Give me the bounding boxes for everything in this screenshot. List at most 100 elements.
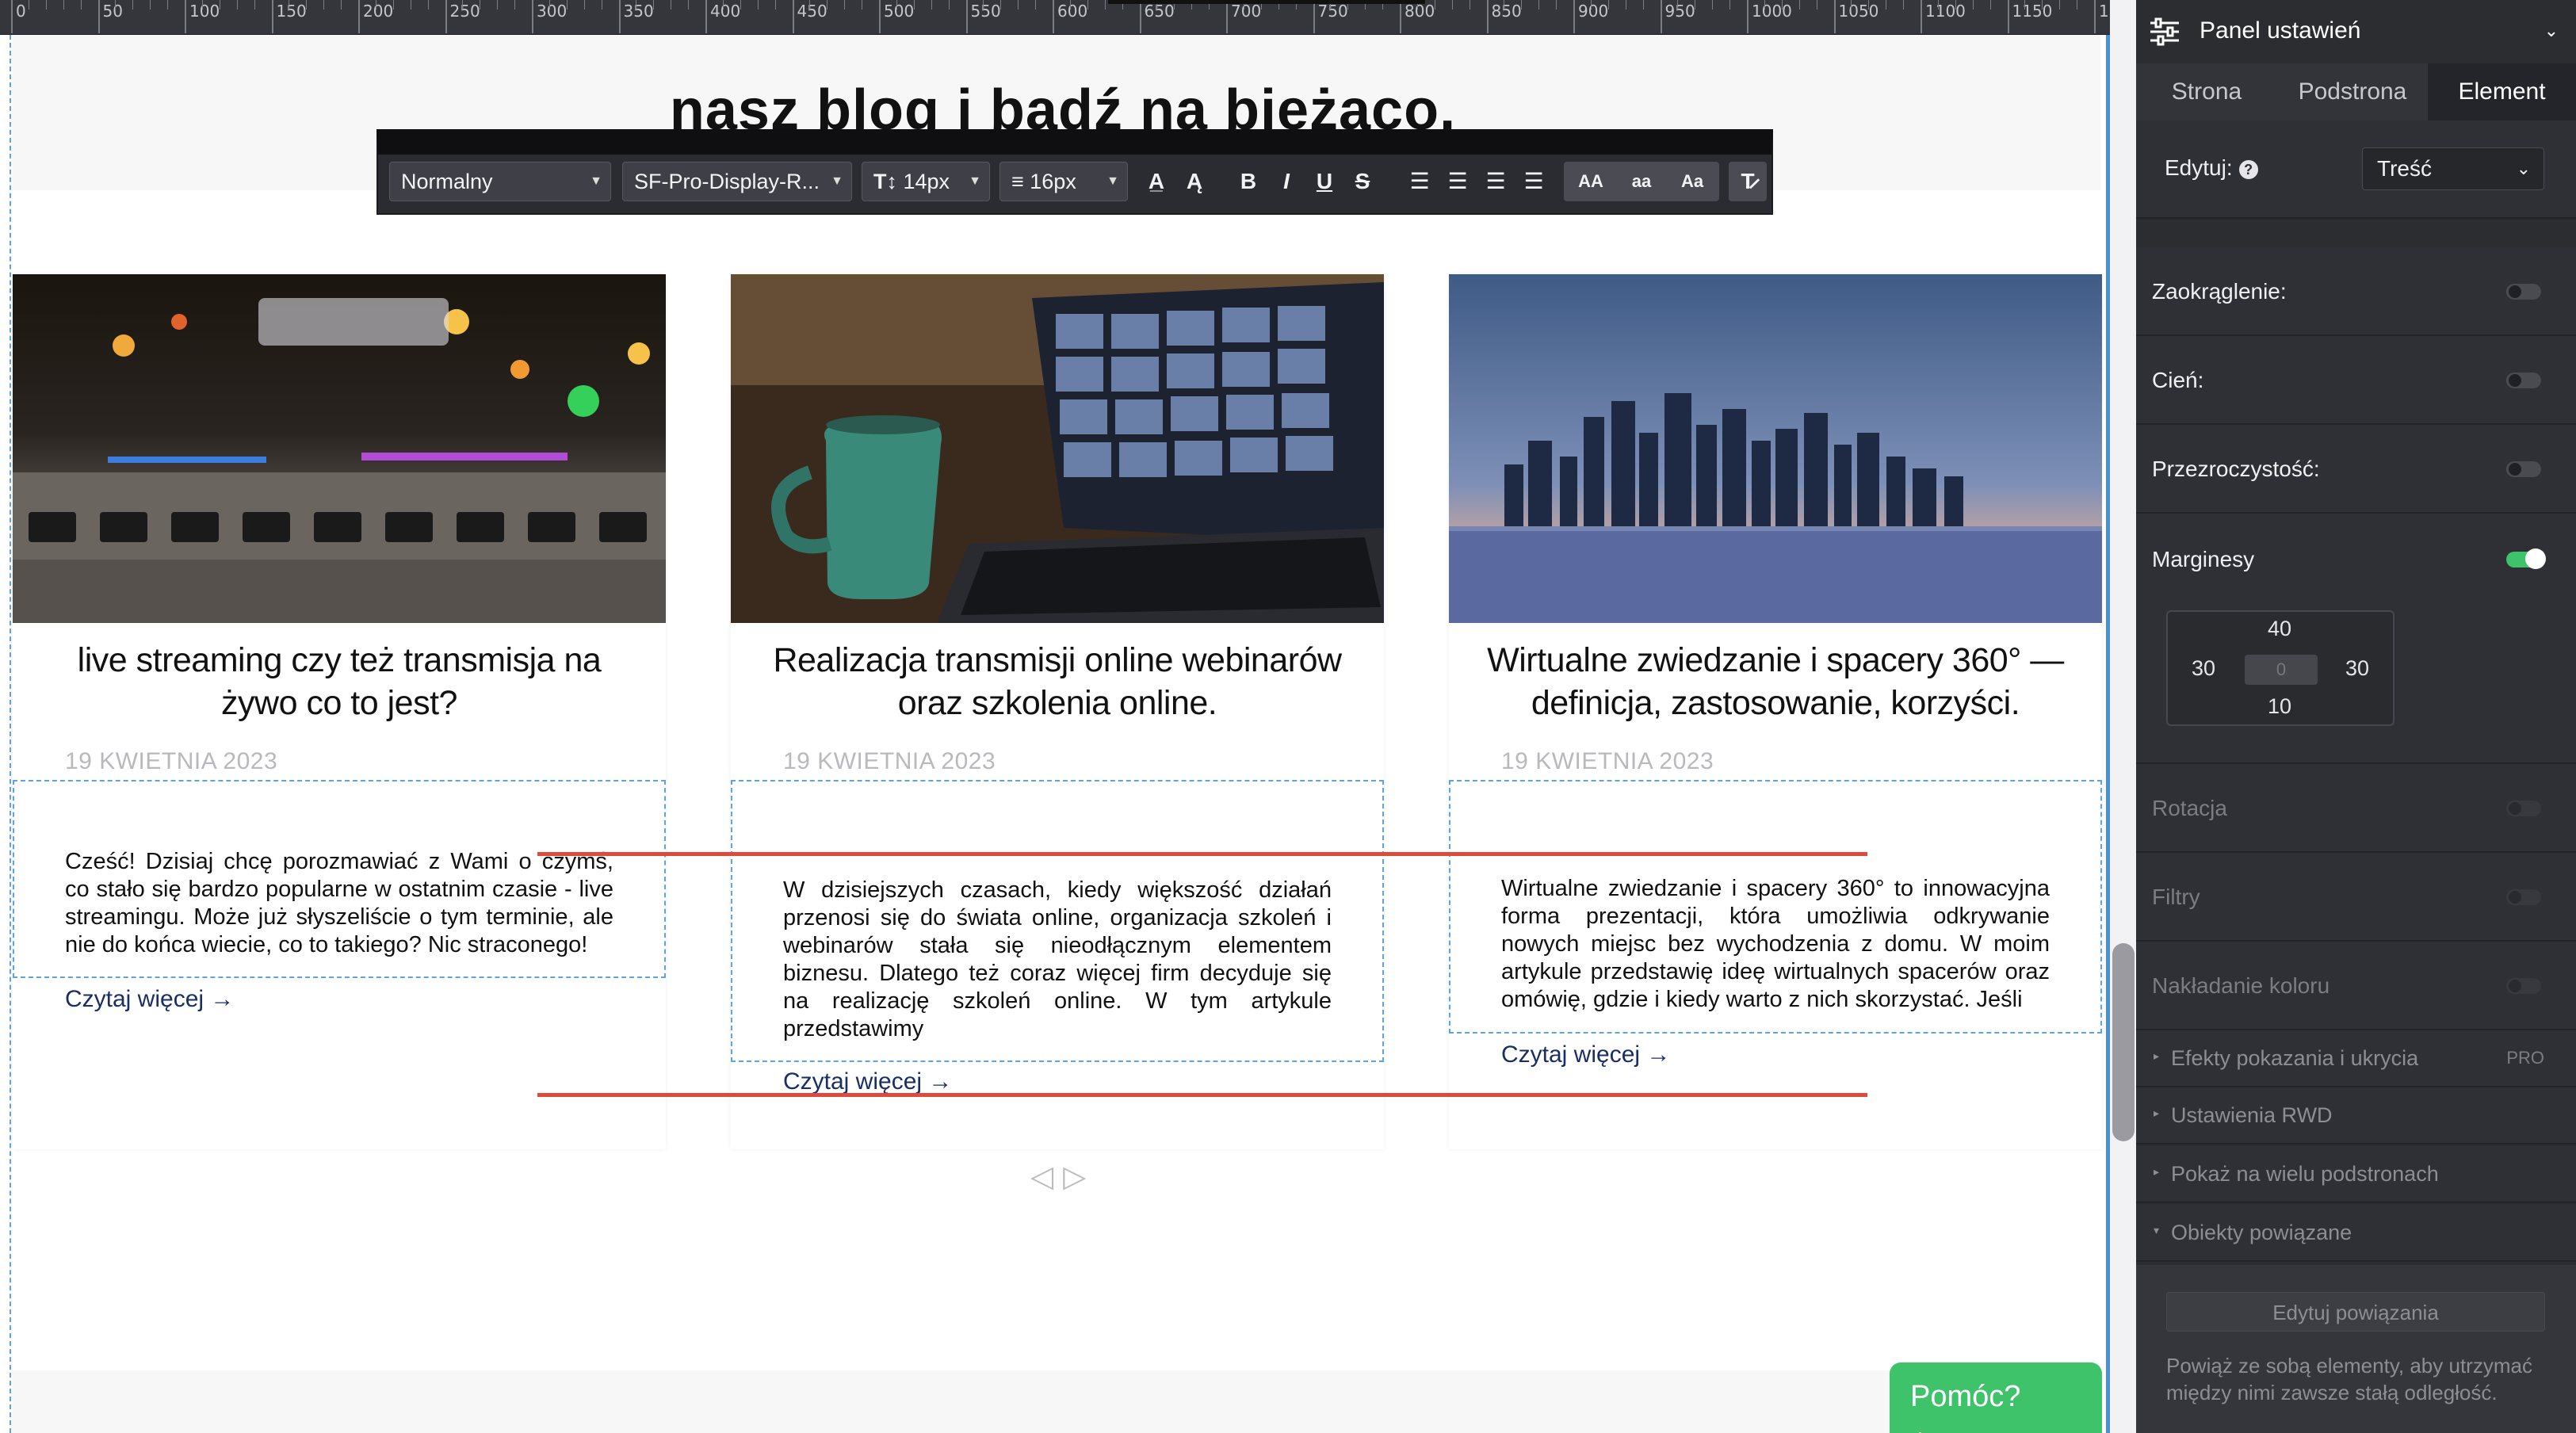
section-show-hide-effects[interactable]: ▸ Efekty pokazania i ukrycia PRO	[2136, 1030, 2576, 1087]
tab-strona[interactable]: Strona	[2136, 63, 2277, 120]
ruler-tick	[1313, 0, 1315, 33]
help-widget[interactable]: Pomóc? ⌃	[1890, 1362, 2102, 1433]
ruler-minor-tick	[1521, 0, 1523, 10]
blog-card[interactable]: live streaming czy też transmisja na żyw…	[13, 274, 666, 1149]
align-right-icon[interactable]: ☰	[1478, 162, 1513, 201]
shadow-toggle[interactable]	[2506, 373, 2541, 388]
setting-row-filters[interactable]: Filtry	[2136, 853, 2576, 942]
setting-row-opacity[interactable]: Przezroczystość:	[2136, 425, 2576, 514]
card-excerpt[interactable]: Cześć! Dzisiaj chcę porozmawiać z Wami o…	[65, 848, 613, 959]
ruler-minor-tick	[1607, 0, 1609, 10]
ruler-tick	[2007, 0, 2009, 33]
ruler-tick	[11, 0, 13, 33]
ruler-label: 150	[276, 2, 307, 21]
italic-icon[interactable]: I	[1269, 162, 1304, 201]
ruler-minor-tick	[1069, 0, 1071, 10]
card-title[interactable]: Realizacja transmisji online webinarów o…	[762, 639, 1352, 724]
ruler-minor-tick	[2042, 0, 2043, 10]
horizontal-ruler: 0 50 100 150 200 250 300 350 400 450 500 550 600 650 7…	[0, 0, 2110, 35]
text-color-icon[interactable]: A̲	[1139, 162, 1174, 201]
section-rwd-settings[interactable]: ▸ Ustawienia RWD	[2136, 1087, 2576, 1144]
read-more-link[interactable]: Czytaj więcej →	[1501, 1041, 1670, 1068]
line-height-icon: ≡	[1011, 170, 1030, 193]
margin-top-input[interactable]: 40	[2268, 617, 2291, 641]
read-more-link[interactable]: Czytaj więcej →	[65, 986, 234, 1013]
setting-row-shadow[interactable]: Cień:	[2136, 336, 2576, 425]
editor-canvas[interactable]: nasz blog i bądź na bieżąco. live stream…	[0, 35, 2110, 1433]
tab-podstrona[interactable]: Podstrona	[2277, 63, 2428, 120]
card-excerpt[interactable]: W dzisiejszych czasach, kiedy większość …	[783, 877, 1332, 1043]
card-excerpt[interactable]: Wirtualne zwiedzanie i spacery 360° to i…	[1501, 875, 2050, 1014]
section-linked-objects[interactable]: ▾ Obiekty powiązane	[2136, 1205, 2576, 1262]
paragraph-style-select[interactable]: Normalny ▼	[389, 162, 611, 201]
ruler-minor-tick	[1729, 0, 1731, 10]
card-image-laptop-webinar[interactable]	[731, 274, 1384, 623]
carousel-nav[interactable]: ◁▷	[1030, 1159, 1095, 1194]
read-more-link[interactable]: Czytaj więcej →	[783, 1068, 952, 1095]
ruler-label: 1000	[1752, 2, 1792, 21]
margins-toggle[interactable]	[2506, 548, 2546, 569]
caret-right-icon: ▸	[2154, 1106, 2160, 1119]
canvas-left-guide	[10, 35, 11, 1433]
setting-row-rotation[interactable]: Rotacja	[2136, 764, 2576, 853]
ruler-label: 50	[102, 2, 123, 21]
ruler-minor-tick	[1712, 0, 1714, 10]
rounding-toggle[interactable]	[2506, 284, 2541, 300]
font-size-select[interactable]: T↕ 14px ▼	[862, 162, 990, 201]
setting-row-margins[interactable]: Marginesy 40 30 30 10 0	[2136, 514, 2576, 764]
card-title[interactable]: live streaming czy też transmisja na żyw…	[44, 639, 634, 724]
setting-row-color-overlay[interactable]: Nakładanie koloru	[2136, 942, 2576, 1030]
blog-card[interactable]: Realizacja transmisji online webinarów o…	[731, 274, 1384, 1149]
scroll-gutter	[2110, 0, 2136, 1433]
blog-card[interactable]: Wirtualne zwiedzanie i spacery 360° — de…	[1449, 274, 2102, 1149]
bold-icon[interactable]: B	[1231, 162, 1266, 201]
carousel-prev-icon[interactable]: ◁	[1030, 1160, 1063, 1194]
margin-right-input[interactable]: 30	[2345, 656, 2369, 681]
tab-element[interactable]: Element	[2428, 63, 2576, 120]
underline-icon[interactable]: U	[1307, 162, 1342, 201]
ruler-minor-tick	[254, 0, 255, 10]
help-icon[interactable]: ?	[2238, 159, 2258, 179]
card-title[interactable]: Wirtualne zwiedzanie i spacery 360° — de…	[1481, 639, 2070, 724]
uppercase-button[interactable]: AA	[1567, 162, 1615, 201]
ruler-minor-tick	[1642, 0, 1644, 10]
lowercase-button[interactable]: aa	[1618, 162, 1665, 201]
filters-toggle[interactable]	[2506, 889, 2541, 905]
line-height-select[interactable]: ≡ 16px ▼	[999, 162, 1128, 201]
section-multi-page[interactable]: ▸ Pokaż na wielu podstronach	[2136, 1146, 2576, 1203]
linked-objects-description: Powiąż ze sobą elementy, aby utrzymać mi…	[2166, 1354, 2532, 1404]
font-family-select[interactable]: SF-Pro-Display-R... ▼	[622, 162, 852, 201]
titlecase-button[interactable]: Aa	[1668, 162, 1716, 201]
ruler-tick	[1833, 0, 1836, 33]
rotation-toggle[interactable]	[2506, 801, 2541, 816]
align-left-icon[interactable]: ☰	[1402, 162, 1437, 201]
edit-links-button[interactable]: Edytuj powiązania	[2166, 1292, 2545, 1332]
card-image-city-skyline[interactable]	[1449, 274, 2102, 623]
ruler-label: 600	[1057, 2, 1088, 21]
chevron-down-icon[interactable]: ⌄	[2544, 21, 2559, 41]
card-image-mixer[interactable]	[13, 274, 666, 623]
edit-target-select[interactable]: Treść ⌄	[2362, 147, 2544, 190]
align-justify-icon[interactable]: ☰	[1516, 162, 1551, 201]
clear-format-icon[interactable]: T̷	[1730, 162, 1765, 201]
carousel-next-icon[interactable]: ▷	[1063, 1160, 1095, 1194]
opacity-toggle[interactable]	[2506, 461, 2541, 477]
ruler-minor-tick	[688, 0, 690, 10]
ruler-minor-tick	[566, 0, 568, 10]
ruler-minor-tick	[1556, 0, 1557, 10]
ruler-minor-tick	[167, 0, 169, 10]
align-center-icon[interactable]: ☰	[1440, 162, 1475, 201]
scrollbar-thumb[interactable]	[2112, 943, 2135, 1141]
margin-left-input[interactable]: 30	[2192, 656, 2215, 681]
setting-row-rounding[interactable]: Zaokrąglenie:	[2136, 247, 2576, 336]
ruler-minor-tick	[1087, 0, 1088, 10]
margin-bottom-input[interactable]: 10	[2268, 694, 2291, 719]
ruler-minor-tick	[2024, 0, 2026, 10]
color-overlay-toggle[interactable]	[2506, 978, 2541, 994]
strikethrough-icon[interactable]: S	[1345, 162, 1380, 201]
margin-center-value: 0	[2245, 655, 2318, 685]
ruler-minor-tick	[1851, 0, 1852, 10]
panel-header[interactable]: Panel ustawień ⌄	[2136, 0, 2576, 63]
highlight-icon[interactable]: Ą	[1177, 162, 1212, 201]
ruler-label: 0	[16, 2, 26, 21]
